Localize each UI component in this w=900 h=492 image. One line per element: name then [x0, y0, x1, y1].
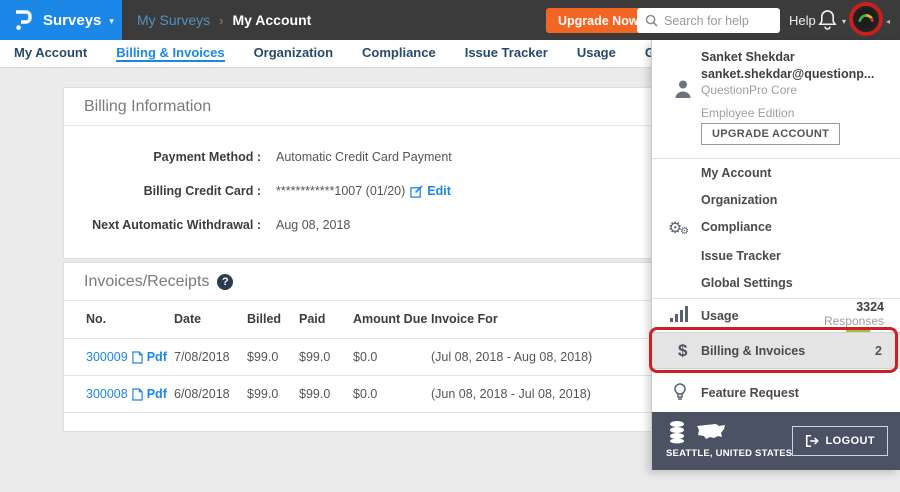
search-input[interactable] [664, 14, 772, 28]
user-edition: Employee Edition [701, 106, 794, 120]
surveys-product-switcher[interactable]: Surveys ▾ [0, 0, 122, 40]
divider [652, 158, 900, 159]
database-icon [667, 420, 687, 444]
avatar[interactable] [853, 6, 879, 32]
search-icon [645, 14, 658, 27]
next-withdrawal-label: Next Automatic Withdrawal : [64, 218, 261, 232]
usage-bar-chart-icon [670, 306, 688, 322]
pdf-file-icon [132, 388, 143, 401]
avatar-caret-icon: ◂ [886, 17, 890, 26]
col-header-no: No. [64, 301, 174, 339]
pdf-file-icon [132, 351, 143, 364]
edit-pencil-icon [410, 185, 423, 198]
invoice-date: 7/08/2018 [174, 339, 247, 376]
breadcrumb: My Surveys › My Account [137, 0, 311, 40]
lightbulb-icon [673, 383, 687, 402]
upgrade-now-button[interactable]: Upgrade Now [546, 8, 651, 33]
invoice-paid: $99.0 [299, 376, 353, 413]
breadcrumb-separator: › [219, 13, 223, 28]
logout-button[interactable]: LOGOUT [792, 426, 888, 456]
menu-item-compliance[interactable]: Compliance [701, 220, 772, 234]
tab-compliance[interactable]: Compliance [362, 45, 436, 62]
user-product: QuestionPro Core [701, 83, 797, 97]
pdf-link[interactable]: Pdf [147, 387, 167, 401]
help-link[interactable]: Help [789, 13, 816, 28]
bell-caret-icon[interactable]: ▾ [842, 17, 846, 26]
product-label: Surveys [43, 12, 101, 29]
user-dropdown-menu: Sanket Shekdar sanket.shekdar@questionp.… [651, 40, 900, 470]
breadcrumb-current: My Account [232, 12, 311, 28]
user-menu-footer: SEATTLE, UNITED STATES LOGOUT [652, 412, 900, 470]
tab-usage[interactable]: Usage [577, 45, 616, 62]
col-header-amount-due: Amount Due [353, 301, 431, 339]
menu-item-my-account[interactable]: My Account [701, 166, 771, 180]
usa-map-icon [696, 423, 726, 442]
col-header-billed: Billed [247, 301, 299, 339]
help-search-box[interactable] [637, 8, 780, 33]
pdf-link[interactable]: Pdf [147, 350, 167, 364]
invoice-number-link[interactable]: 300008 Pdf [86, 387, 167, 401]
invoice-billed: $99.0 [247, 376, 299, 413]
invoice-billed: $99.0 [247, 339, 299, 376]
usage-unit: Responses [824, 314, 884, 328]
invoices-receipts-title: Invoices/Receipts [84, 273, 209, 291]
tab-billing-invoices[interactable]: Billing & Invoices [116, 45, 224, 62]
tab-issue-tracker[interactable]: Issue Tracker [465, 45, 548, 62]
menu-item-global-settings[interactable]: Global Settings [701, 276, 793, 290]
dollar-icon: $ [678, 341, 687, 361]
menu-item-billing-invoices[interactable]: $ Billing & Invoices 2 [652, 332, 900, 369]
questionpro-logo-icon [13, 8, 33, 32]
invoice-amount-due: $0.0 [353, 376, 431, 413]
billing-credit-card-label: Billing Credit Card : [64, 184, 261, 198]
billing-badge-count: 2 [875, 344, 882, 358]
col-header-paid: Paid [299, 301, 353, 339]
menu-item-usage[interactable]: Usage [701, 309, 739, 323]
col-header-date: Date [174, 301, 247, 339]
invoice-paid: $99.0 [299, 339, 353, 376]
menu-item-issue-tracker[interactable]: Issue Tracker [701, 249, 781, 263]
billing-credit-card-value: ************1007 (01/20) [276, 184, 405, 198]
usage-count: 3324 [856, 300, 884, 314]
account-location: SEATTLE, UNITED STATES [666, 448, 792, 459]
edit-credit-card-link[interactable]: Edit [410, 184, 451, 198]
avatar-annotation-ring [849, 2, 883, 36]
menu-item-organization[interactable]: Organization [701, 193, 777, 207]
user-person-icon [672, 78, 694, 100]
invoice-date: 6/08/2018 [174, 376, 247, 413]
invoice-number-link[interactable]: 300009 Pdf [86, 350, 167, 364]
upgrade-account-button[interactable]: UPGRADE ACCOUNT [701, 123, 840, 145]
payment-method-value: Automatic Credit Card Payment [276, 150, 452, 164]
user-name: Sanket Shekdar [701, 50, 795, 64]
notifications-bell-icon[interactable] [818, 9, 837, 35]
help-question-icon[interactable]: ? [217, 274, 233, 290]
payment-method-label: Payment Method : [64, 150, 261, 164]
edit-link-label: Edit [427, 184, 451, 198]
user-email: sanket.shekdar@questionp... [701, 67, 874, 81]
tab-organization[interactable]: Organization [254, 45, 333, 62]
next-withdrawal-value: Aug 08, 2018 [276, 218, 350, 232]
tab-my-account[interactable]: My Account [14, 45, 87, 62]
menu-item-feature-request[interactable]: Feature Request [701, 386, 799, 400]
invoice-amount-due: $0.0 [353, 339, 431, 376]
logout-icon [805, 434, 819, 448]
gears-icon: ⚙⚙ [668, 218, 682, 238]
chevron-down-icon: ▾ [109, 16, 114, 27]
breadcrumb-my-surveys[interactable]: My Surveys [137, 12, 210, 28]
top-navbar: Surveys ▾ My Surveys › My Account Upgrad… [0, 0, 900, 40]
billing-information-title: Billing Information [84, 98, 211, 116]
divider [652, 298, 900, 299]
